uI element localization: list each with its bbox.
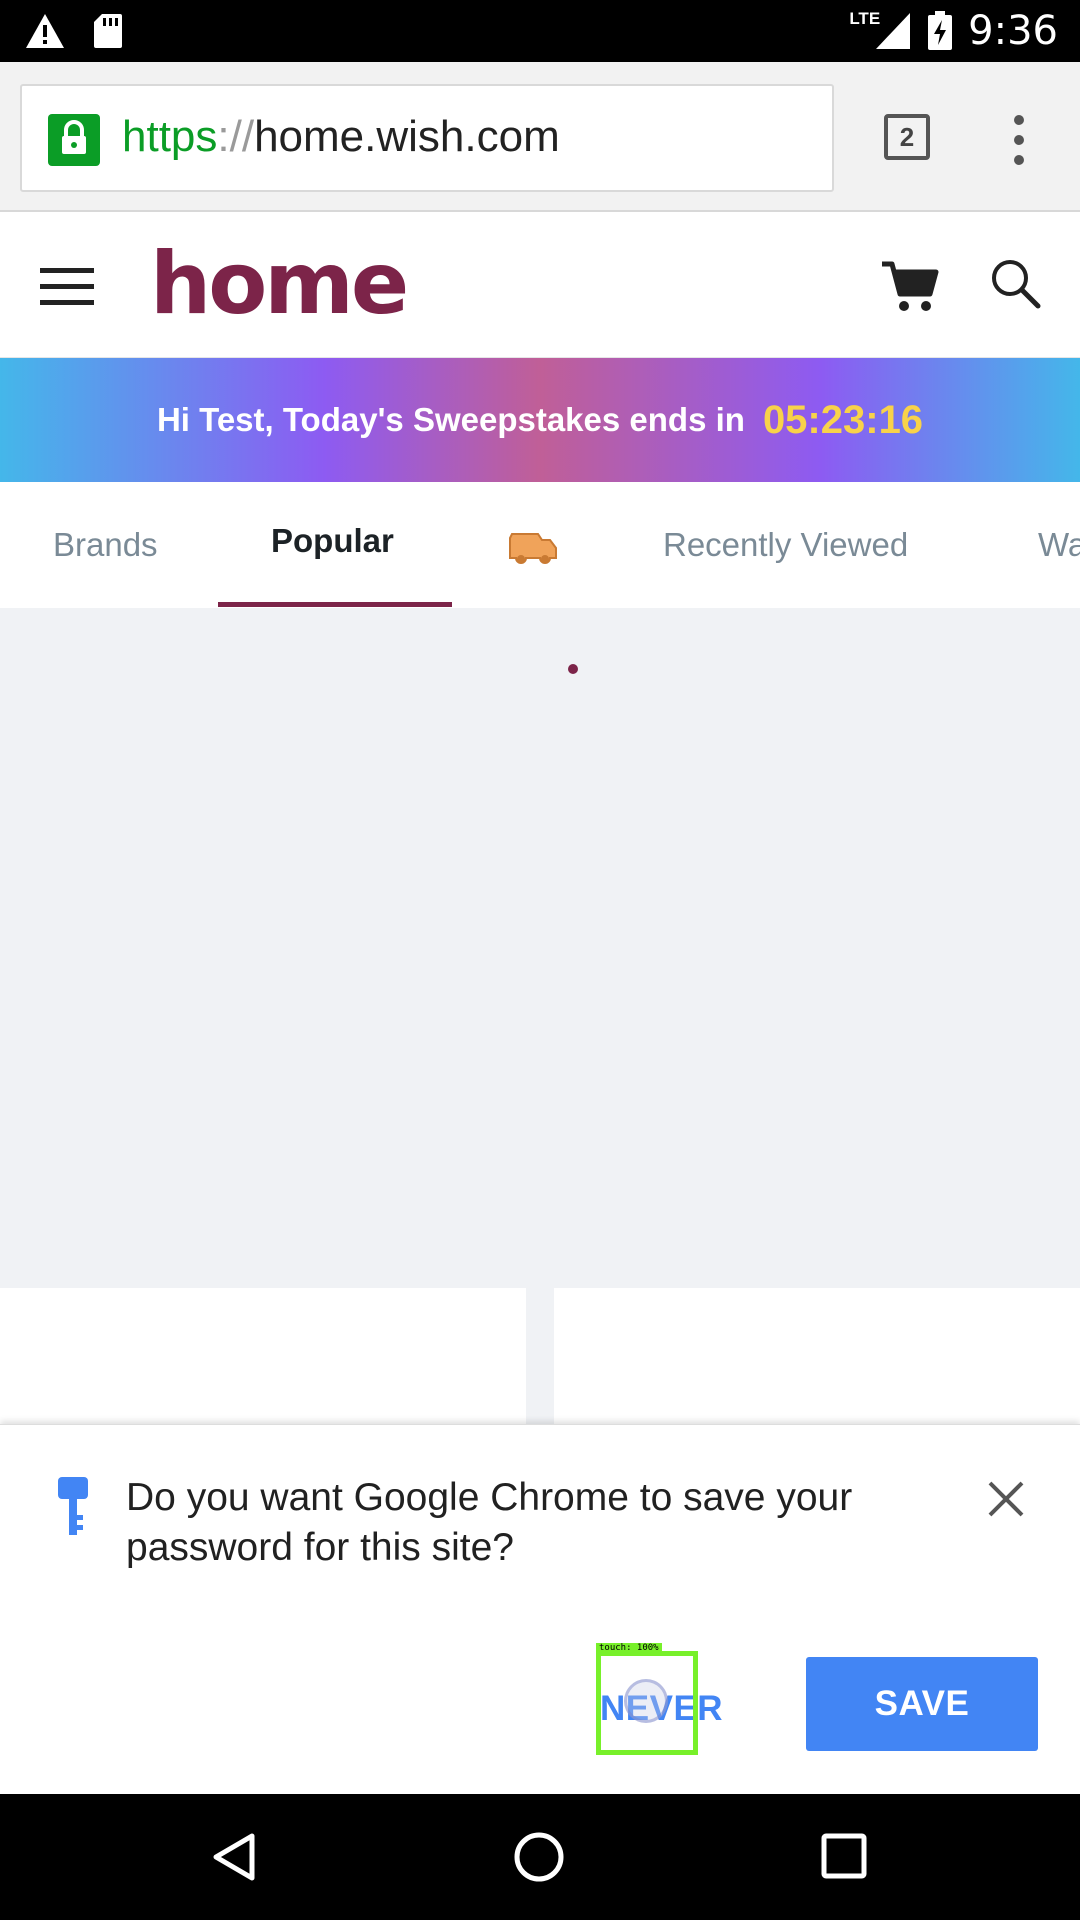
category-tabs: Brands Popular Recently Viewed Wa [0,482,1080,608]
status-right: LTE 9:36 [849,8,1058,54]
overflow-menu-icon[interactable] [1004,112,1034,168]
touch-highlight [596,1651,698,1755]
save-button[interactable]: SAVE [806,1657,1038,1751]
battery-charging-icon [928,11,953,50]
url-separator: :// [217,112,255,161]
hamburger-menu-icon[interactable] [40,266,96,306]
tab-popular[interactable]: Popular [271,522,394,560]
product-card[interactable] [554,1288,1080,1424]
status-bar: LTE 9:36 [0,0,1080,62]
password-save-infobar: Do you want Google Chrome to save your p… [0,1424,1080,1794]
product-card[interactable] [0,1288,526,1424]
clock: 9:36 [968,8,1058,54]
truck-icon[interactable] [506,528,558,568]
status-left [24,12,124,50]
close-icon[interactable] [986,1479,1026,1519]
key-icon [58,1477,88,1535]
recents-icon[interactable] [820,1832,868,1880]
url-host: home.wish.com [254,112,560,161]
tab-wa[interactable]: Wa [1038,526,1080,564]
banner-message: Hi Test, Today's Sweepstakes ends in [156,401,745,438]
home-icon[interactable] [512,1830,566,1884]
loading-indicator [568,664,578,674]
system-navigation-bar [0,1794,1080,1920]
tab-recently-viewed[interactable]: Recently Viewed [663,526,908,564]
browser-toolbar: https://home.wish.com 2 [0,62,1080,212]
sweepstakes-banner[interactable]: Hi Test, Today's Sweepstakes ends in 05:… [0,358,1080,482]
url-text[interactable]: https://home.wish.com [122,112,560,162]
network-type: LTE [849,9,881,28]
password-prompt-message: Do you want Google Chrome to save your p… [126,1476,853,1569]
tab-switcher-icon[interactable]: 2 [884,114,930,160]
tab-brands[interactable]: Brands [53,526,158,564]
back-icon[interactable] [210,1832,260,1882]
lock-icon[interactable] [48,114,100,166]
cart-icon[interactable] [880,258,940,314]
site-header: home [0,212,1080,358]
warning-icon [26,14,64,48]
address-bar[interactable]: https://home.wish.com [20,84,834,192]
site-logo[interactable]: home [150,234,409,334]
active-tab-indicator [218,602,452,607]
sd-card-icon [94,14,122,48]
banner-timer: 05:23:16 [762,397,924,442]
touch-overlay-label: touch: 100% [596,1643,662,1653]
url-scheme: https [122,112,218,161]
search-icon[interactable] [990,258,1042,310]
